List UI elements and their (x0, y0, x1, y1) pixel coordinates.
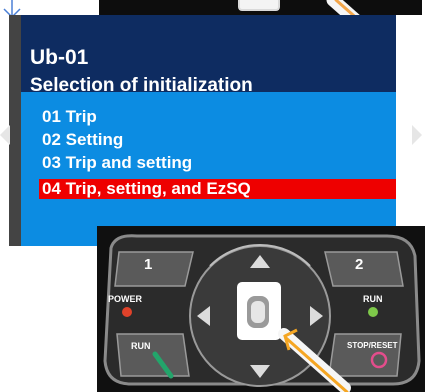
triangle-right-icon[interactable] (412, 125, 422, 145)
keypad: 1 2 POWER RUN RUN STOP/RESET (97, 226, 425, 392)
key-2-label[interactable]: 2 (355, 257, 363, 273)
menu-option[interactable]: 01 Trip (42, 107, 97, 127)
menu-option[interactable]: 02 Setting (42, 130, 123, 150)
keypad-graphic (103, 234, 421, 392)
parameter-title: Selection of initialization (30, 75, 253, 96)
menu-option[interactable]: 03 Trip and setting (42, 153, 192, 173)
menu-option-selected[interactable]: 04 Trip, setting, and EzSQ (39, 179, 396, 199)
parameter-code: Ub-01 (30, 46, 89, 69)
run-led-label: RUN (363, 294, 383, 304)
lcd-display: Ub-01 Selection of initialization 01 Tri… (9, 15, 396, 246)
enter-key-top[interactable] (238, 0, 280, 11)
stop-reset-key-label[interactable]: STOP/RESET (347, 341, 398, 351)
run-key-label[interactable]: RUN (131, 341, 151, 351)
key-1-label[interactable]: 1 (144, 257, 152, 273)
triangle-left-icon[interactable] (0, 125, 10, 145)
power-label: POWER (108, 294, 143, 304)
keypad-top-crop (99, 0, 422, 15)
